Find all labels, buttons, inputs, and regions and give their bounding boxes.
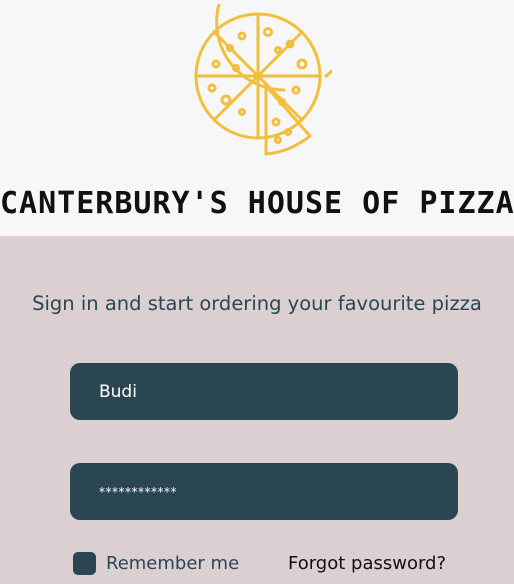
pizza-icon	[194, 4, 332, 156]
tagline: Sign in and start ordering your favourit…	[32, 292, 482, 315]
remember-me-checkbox[interactable]	[73, 551, 96, 575]
brand-name: CANTERBURY'S HOUSE OF PIZZA	[0, 186, 514, 221]
username-field[interactable]: Budi	[70, 363, 458, 420]
remember-me[interactable]: Remember me	[73, 550, 239, 576]
username-value: Budi	[99, 381, 137, 402]
header: CANTERBURY'S HOUSE OF PIZZA	[0, 0, 514, 236]
remember-me-label: Remember me	[106, 552, 240, 574]
password-value: ************	[99, 484, 177, 499]
forgot-password-link[interactable]: Forgot password?	[288, 550, 446, 576]
password-field[interactable]: ************	[70, 463, 458, 520]
